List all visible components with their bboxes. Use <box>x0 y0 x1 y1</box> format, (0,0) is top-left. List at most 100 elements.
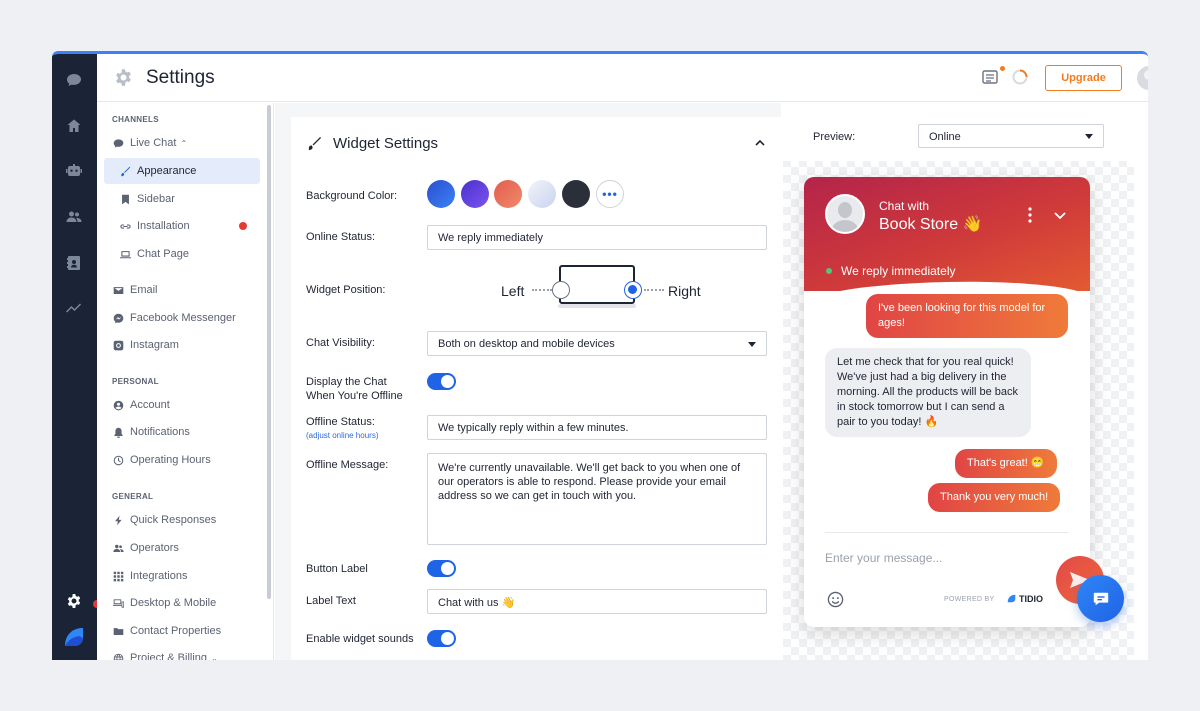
envelope-icon <box>113 285 124 296</box>
settings-nav: CHANNELS Live Chat ⌃ Appearance Sidebar … <box>97 103 274 660</box>
color-swatch-coral[interactable] <box>494 180 522 208</box>
tidio-logo-icon[interactable] <box>61 624 87 650</box>
color-swatch-blue[interactable] <box>427 180 455 208</box>
nav-item-installation[interactable]: Installation <box>104 213 260 239</box>
online-dot <box>826 268 832 274</box>
offline-status-input[interactable]: We typically reply within a few minutes. <box>427 415 767 440</box>
preview-status-select[interactable]: Online <box>918 124 1104 148</box>
chat-visibility-label: Chat Visibility: <box>306 337 375 349</box>
display-offline-toggle[interactable] <box>427 373 456 390</box>
color-swatch-purple[interactable] <box>461 180 489 208</box>
news-badge <box>1000 66 1005 71</box>
label-text-input[interactable]: Chat with us 👋 <box>427 589 767 614</box>
chat-visibility-select[interactable]: Both on desktop and mobile devices <box>427 331 767 356</box>
nav-item-account[interactable]: Account <box>104 392 260 418</box>
position-left-radio[interactable] <box>552 281 570 299</box>
position-right-label: Right <box>668 283 701 299</box>
contacts-icon[interactable] <box>64 207 84 227</box>
bookmark-icon <box>120 194 131 205</box>
dotted-connector <box>532 289 552 291</box>
button-label-label: Button Label <box>306 563 368 575</box>
home-icon[interactable] <box>64 116 84 136</box>
nav-item-label: Contact Properties <box>130 625 222 637</box>
app-window: Settings Upgrade CHANNELS Live Chat ⌃ Ap… <box>52 51 1148 660</box>
tidio-brand: TIDIO <box>1006 593 1043 604</box>
nav-scrollbar[interactable] <box>267 105 271 599</box>
nav-item-label: Email <box>130 284 158 296</box>
upgrade-button[interactable]: Upgrade <box>1045 65 1122 91</box>
color-swatch-light[interactable] <box>528 180 556 208</box>
nav-item-label: Instagram <box>130 339 179 351</box>
bot-icon[interactable] <box>64 161 84 181</box>
bell-icon <box>113 427 124 438</box>
address-book-icon[interactable] <box>64 253 84 273</box>
tidio-logo-icon <box>1007 594 1016 603</box>
nav-item-facebook-messenger[interactable]: Facebook Messenger <box>104 305 260 331</box>
background-color-label: Background Color: <box>306 190 398 202</box>
nav-item-quick-responses[interactable]: Quick Responses <box>104 507 260 533</box>
label-text-label: Label Text <box>306 595 356 607</box>
kebab-menu-icon[interactable] <box>1028 207 1032 223</box>
widget-settings-card: Widget Settings Background Color: ••• On… <box>291 117 781 660</box>
chat-widget-preview: Chat with Book Store 👋 We reply immediat… <box>804 177 1090 627</box>
nav-item-sidebar[interactable]: Sidebar <box>104 186 260 212</box>
nav-item-operators[interactable]: Operators <box>104 535 260 561</box>
nav-item-label: Integrations <box>130 570 188 582</box>
news-icon[interactable] <box>981 68 999 86</box>
nav-item-instagram[interactable]: Instagram <box>104 332 260 358</box>
brand-name: TIDIO <box>1019 593 1043 604</box>
chevron-up-icon: ⌃ <box>180 138 188 148</box>
globe-icon <box>113 653 124 660</box>
nav-item-live-chat[interactable]: Live Chat ⌃ <box>104 130 260 156</box>
message-input[interactable]: Enter your message... <box>825 551 942 565</box>
analytics-icon[interactable] <box>64 298 84 318</box>
installation-alert-dot <box>239 222 247 230</box>
nav-item-label: Installation <box>137 220 190 232</box>
nav-item-project-billing[interactable]: Project & Billing ⌄ <box>104 645 260 660</box>
offline-message-textarea[interactable]: We're currently unavailable. We'll get b… <box>427 453 767 545</box>
settings-gear-icon[interactable] <box>64 591 84 611</box>
nav-item-label: Operators <box>130 542 179 554</box>
position-right-radio[interactable] <box>624 281 642 299</box>
offline-status-label: Offline Status: (adjust online hours) <box>306 415 378 443</box>
chevron-down-icon: ⌄ <box>211 653 218 661</box>
offline-message-label: Offline Message: <box>306 459 389 471</box>
nav-item-integrations[interactable]: Integrations <box>104 563 260 589</box>
users-icon <box>113 543 124 554</box>
nav-item-label: Chat Page <box>137 248 189 260</box>
online-status-input[interactable]: We reply immediately <box>427 225 767 250</box>
message-visitor: That's great! 😁 <box>955 449 1057 478</box>
button-label-toggle[interactable] <box>427 560 456 577</box>
nav-item-appearance[interactable]: Appearance <box>104 158 260 184</box>
devices-icon <box>113 598 124 609</box>
nav-item-contact-properties[interactable]: Contact Properties <box>104 618 260 644</box>
nav-item-desktop-mobile[interactable]: Desktop & Mobile <box>104 590 260 616</box>
laptop-icon <box>120 249 131 260</box>
chat-bubble-icon[interactable] <box>64 70 84 90</box>
nav-item-notifications[interactable]: Notifications <box>104 419 260 445</box>
chat-bubble-icon <box>1093 592 1108 605</box>
nav-item-label: Account <box>130 399 170 411</box>
chat-bubble-icon <box>113 138 124 149</box>
widget-chat-with: Chat with <box>879 199 930 213</box>
nav-item-label: Appearance <box>137 165 197 177</box>
user-avatar[interactable] <box>1137 66 1148 90</box>
left-rail <box>52 54 101 660</box>
nav-item-label: Operating Hours <box>130 454 211 466</box>
nav-item-email[interactable]: Email <box>104 277 260 303</box>
chevron-down-icon[interactable] <box>1054 211 1066 221</box>
chevron-up-icon[interactable] <box>754 137 766 149</box>
emoji-icon[interactable] <box>827 591 844 608</box>
color-swatch-dark[interactable] <box>562 180 590 208</box>
position-left-label: Left <box>501 283 525 299</box>
nav-item-chat-page[interactable]: Chat Page <box>104 241 260 267</box>
settings-gear-icon <box>116 69 131 86</box>
chat-launcher-button[interactable] <box>1077 575 1124 622</box>
adjust-online-hours-link[interactable]: (adjust online hours) <box>306 429 378 443</box>
nav-item-operating-hours[interactable]: Operating Hours <box>104 447 260 473</box>
more-colors-button[interactable]: ••• <box>596 180 624 208</box>
widget-sounds-toggle[interactable] <box>427 630 456 647</box>
nav-item-label: Sidebar <box>137 193 175 205</box>
composer-divider <box>825 532 1068 533</box>
progress-ring-icon[interactable] <box>1011 68 1029 86</box>
